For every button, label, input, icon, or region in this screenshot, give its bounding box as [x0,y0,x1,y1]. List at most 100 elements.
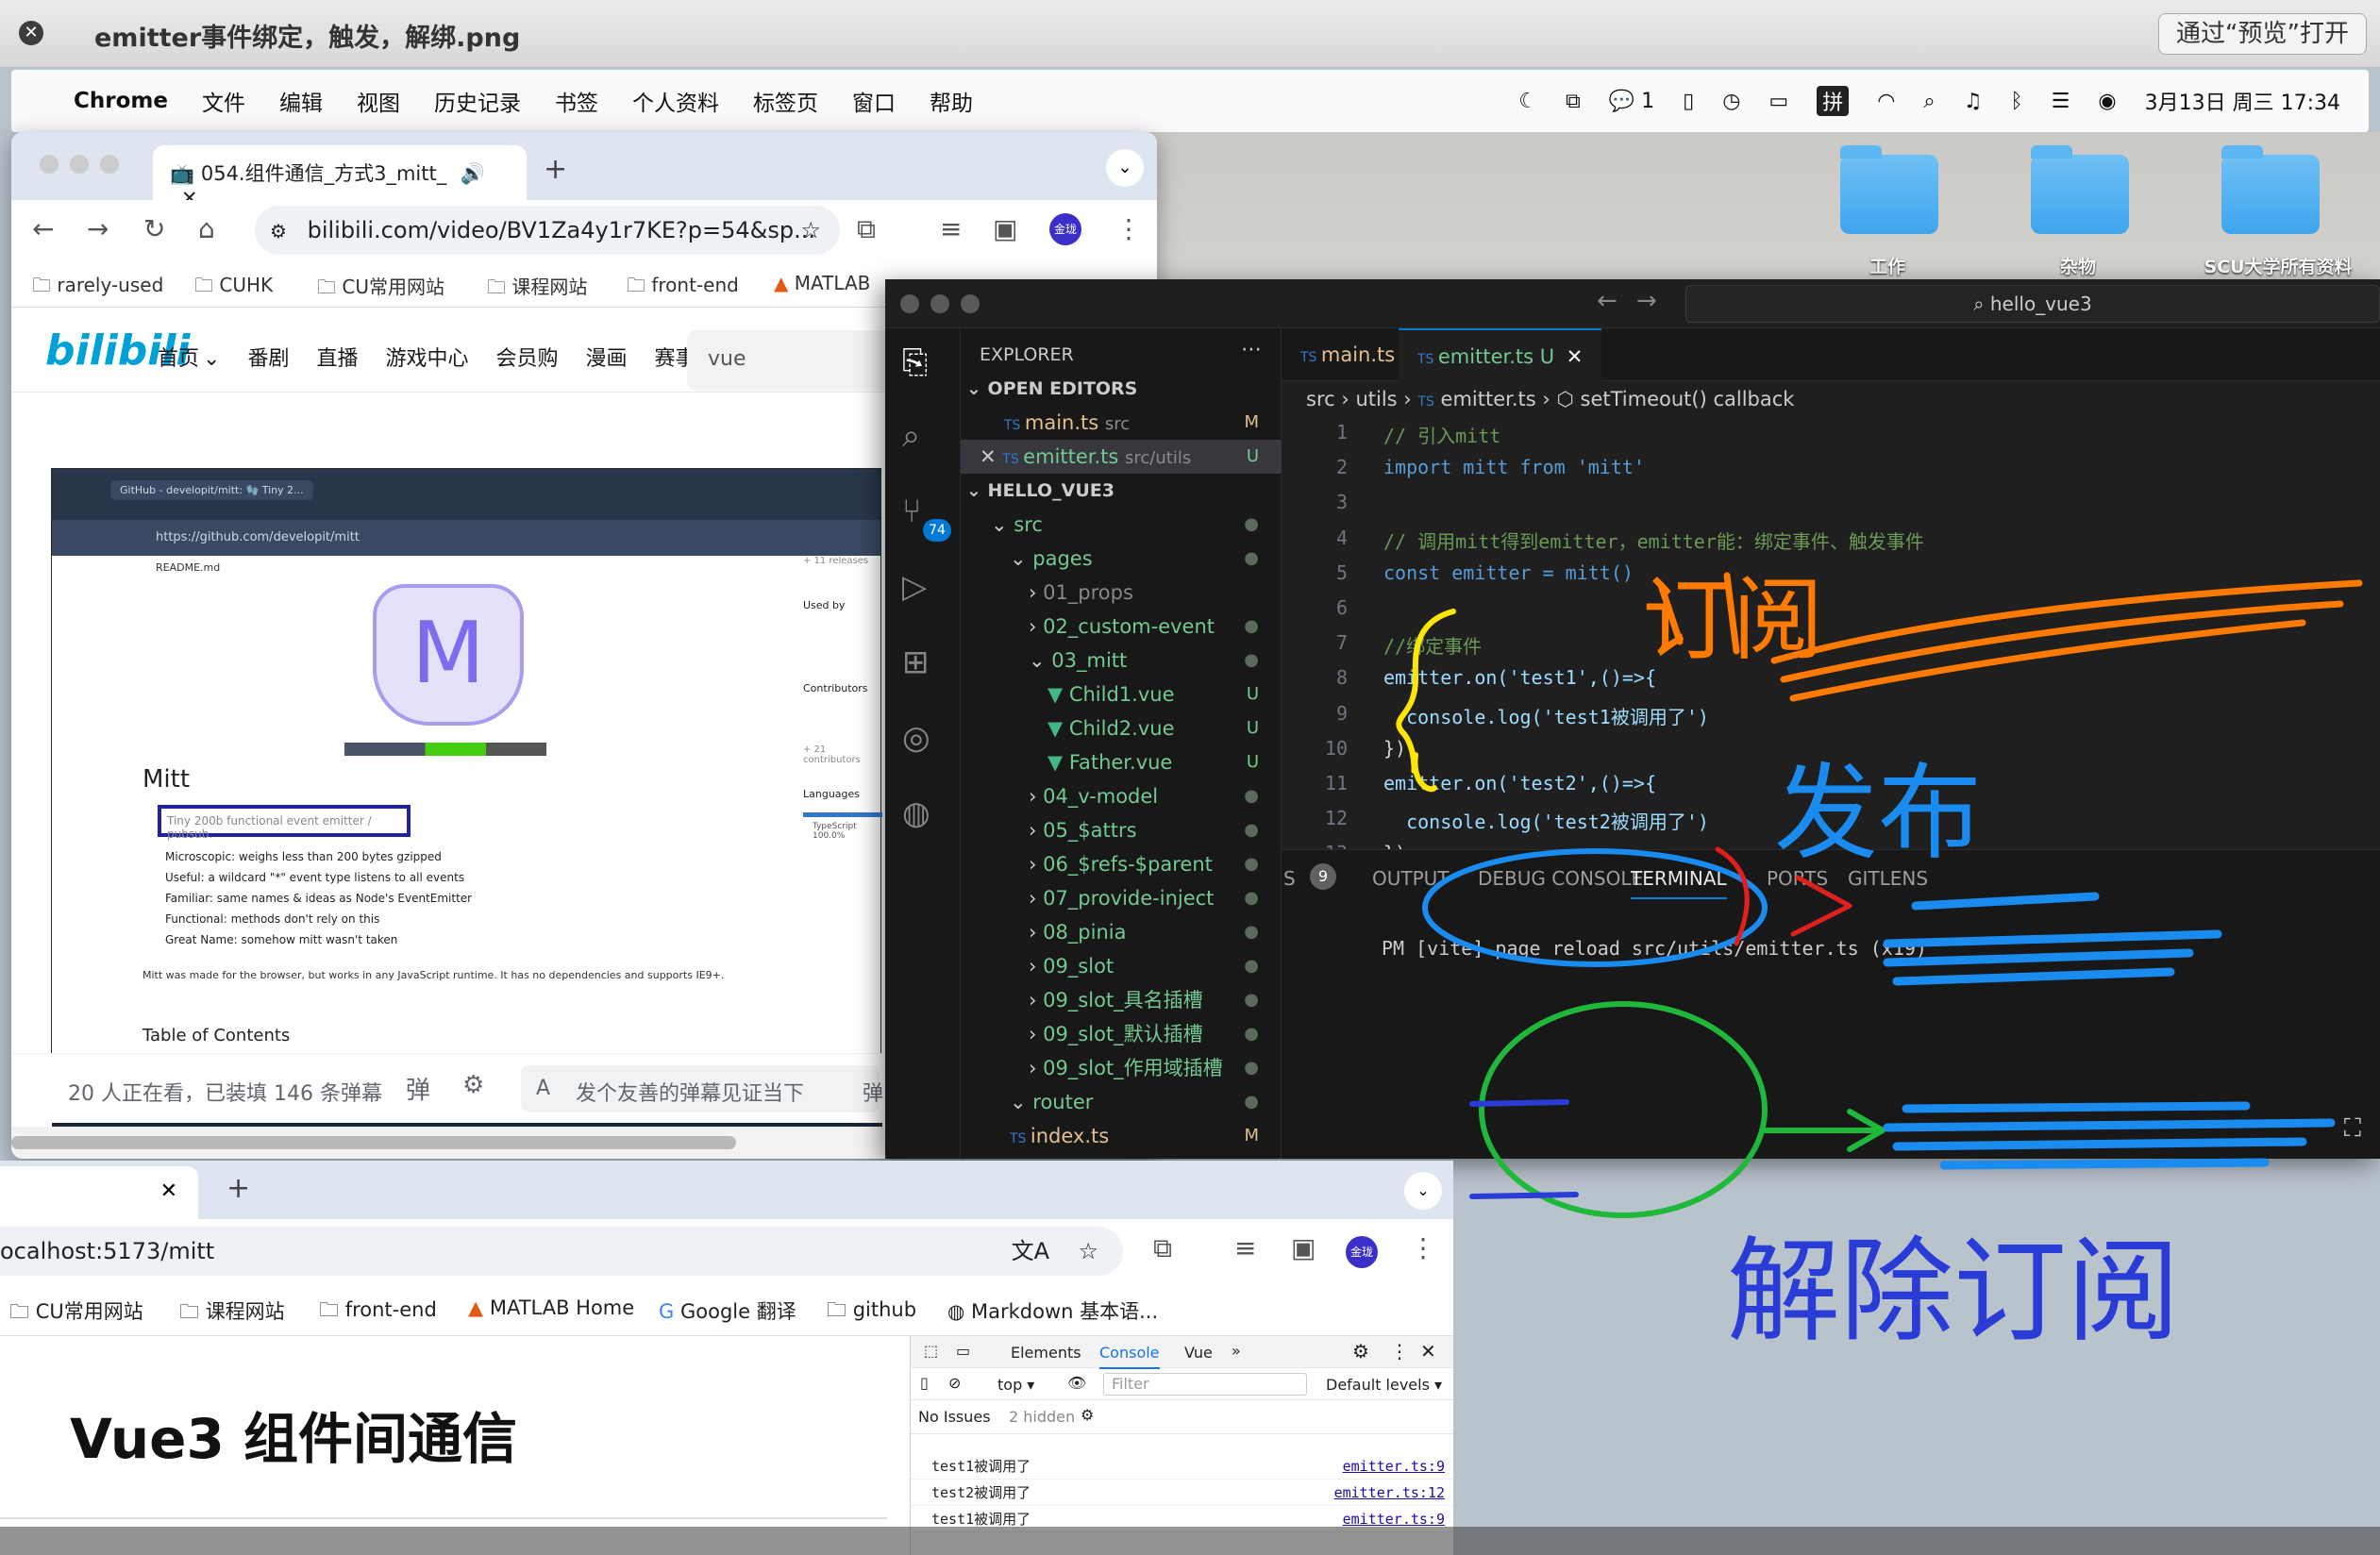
home-icon[interactable]: ⌂ [198,213,215,244]
menu-item[interactable]: 视图 [357,85,400,117]
breadcrumb-item[interactable]: src [1306,388,1335,410]
code-line[interactable]: import mitt from 'mitt' [1383,456,1645,478]
code-line[interactable]: // 引入mitt [1383,421,1500,448]
device-toolbar-icon[interactable]: ▭ [956,1342,970,1360]
traffic-light-zoom[interactable] [961,294,980,313]
battery-icon[interactable]: ▭ [1768,90,1788,113]
chevron-down-icon[interactable]: ⌄ [1106,149,1144,187]
bookmark-link[interactable]: G Google 翻译 [659,1296,796,1325]
new-tab-icon[interactable]: + [226,1172,250,1205]
menu-item[interactable]: 标签页 [753,85,818,117]
code-line[interactable]: console.log('test2被调用了') [1383,807,1709,834]
gear-icon[interactable]: ⚙ [1352,1340,1369,1363]
close-icon[interactable]: ✕ [1567,345,1584,368]
close-tab-icon[interactable]: ✕ [160,1179,177,1203]
clock-icon[interactable]: ◷ [1722,90,1740,113]
bookmark-star-icon[interactable]: ☆ [800,206,821,255]
new-tab-icon[interactable]: + [544,153,567,186]
bookmark-star-icon[interactable]: ☆ [1078,1227,1098,1276]
code-line[interactable]: emitter.on('test1',()=>{ [1383,666,1656,689]
menu-app-name[interactable]: Chrome [74,89,168,113]
extensions-icon[interactable]: ⧉ [1153,1232,1172,1264]
traffic-light-minimize[interactable] [70,155,89,174]
tab-localhost[interactable]: ✕ [0,1166,198,1219]
tree-item[interactable]: › 01_props [961,576,1282,610]
log-levels-select[interactable]: Default levels ▾ [1326,1376,1442,1394]
video-player[interactable]: GitHub - developit/mitt: 🧤 Tiny 2... htt… [51,468,882,1140]
menu-item[interactable]: 文件 [202,85,245,117]
tab-vue[interactable]: Vue [1184,1344,1213,1362]
tree-item[interactable]: ▼ Child1.vue U [961,677,1282,711]
traffic-light-zoom[interactable] [100,155,119,174]
forward-icon[interactable]: → [1636,287,1657,315]
eye-icon[interactable]: 👁 [1067,1374,1086,1392]
menu-item[interactable]: 帮助 [930,85,973,117]
open-editors-header[interactable]: ⌄ OPEN EDITORS [961,372,1282,406]
bookmark-folder[interactable]: 🗀 CU常用网站 [317,272,444,306]
source-control-icon[interactable]: ⑂ [902,493,921,530]
filter-input[interactable]: Filter [1103,1373,1307,1396]
git-graph-icon[interactable]: ◎ [902,719,930,757]
tab-elements[interactable]: Elements [1011,1344,1081,1362]
more-tabs-icon[interactable]: » [1232,1342,1241,1360]
open-editor-item-active[interactable]: ✕ TS emitter.ts src/utils U [961,440,1282,474]
breadcrumb-item[interactable]: emitter.ts [1441,388,1536,410]
tree-item[interactable]: ⌄ src ● [961,508,1282,542]
project-header[interactable]: ⌄ HELLO_VUE3 [961,474,1282,508]
bookmark-folder[interactable]: 🗀 CU常用网站 [9,1296,143,1331]
panel-tab-gitlens[interactable]: GITLENS [1848,867,1928,890]
reload-icon[interactable]: ↻ [143,213,165,244]
bookmark-folder[interactable]: 🗀 rarely-used [32,272,163,304]
siri-icon[interactable]: ◉ [2098,90,2116,113]
code-line[interactable]: emitter.on('test2',()=>{ [1383,772,1656,794]
tree-item[interactable]: › 09_slot_默认插槽 ● [961,1017,1282,1051]
panel-tab-output[interactable]: OUTPUT [1372,867,1450,890]
danmu-input[interactable]: A 发个友善的弹幕见证当下 [521,1065,880,1112]
panel-tab-problems[interactable]: S [1283,867,1296,890]
wechat-icon[interactable]: 💬 1 [1609,90,1654,113]
tree-item[interactable]: › 07_provide-inject ● [961,881,1282,915]
nav-item[interactable]: 直播 [316,347,358,371]
gitlens-icon[interactable]: ◍ [902,794,930,832]
breadcrumb-item[interactable]: setTimeout() callback [1581,388,1795,410]
code-line[interactable]: // 调用mitt得到emitter，emitter能：绑定事件、触发事件 [1383,527,1924,554]
menu-item[interactable]: 书签 [555,85,598,117]
nav-item[interactable]: 游戏中心 [385,347,468,371]
bookmark-folder[interactable]: 🗀 github [827,1296,916,1329]
tree-item[interactable]: › 04_v-model ● [961,779,1282,813]
side-panel-icon[interactable]: ▣ [993,213,1017,244]
search-icon[interactable]: ⌕ [902,417,920,455]
danmu-font-icon[interactable]: A [536,1077,550,1100]
tree-item[interactable]: › 02_custom-event ● [961,610,1282,644]
kebab-menu-icon[interactable]: ⋮ [1115,213,1142,244]
menu-item[interactable]: 编辑 [279,85,323,117]
bookmark-folder[interactable]: 🗀 课程网站 [179,1296,285,1331]
danmu-toggle-icon[interactable]: 弹 [406,1071,430,1106]
tab-bilibili[interactable]: 📺 054.组件通信_方式3_mitt_ 🔊 ✕ [153,145,527,209]
terminal-output[interactable]: PM [vite] page reload src/utils/emitter.… [1382,937,1927,960]
context-select[interactable]: top ▾ [997,1376,1034,1394]
input-method-icon[interactable]: 拼 [1817,86,1850,116]
avatar[interactable]: 金珑 [1346,1236,1378,1268]
more-actions-icon[interactable]: ⋯ [1241,338,1262,361]
run-debug-icon[interactable]: ▷ [902,568,927,606]
speaker-icon[interactable]: 🔊 [461,162,485,185]
danmu-send-button[interactable]: 弹 [863,1077,883,1107]
control-center-icon[interactable]: ☰ [2052,90,2070,113]
address-bar[interactable]: ocalhost:5173/mitt 文A ☆ [0,1227,1123,1276]
avatar[interactable]: 金珑 [1049,213,1081,245]
nav-item[interactable]: 会员购 [496,347,559,371]
panel-tab-terminal[interactable]: TERMINAL [1631,867,1727,899]
traffic-light-close[interactable] [40,155,59,174]
forward-icon[interactable]: → [87,213,109,244]
danmu-settings-icon[interactable]: ⚙ [462,1071,484,1099]
menu-item[interactable]: 历史记录 [434,85,521,117]
tab-emitter-ts[interactable]: TS emitter.ts U ✕ [1399,328,1602,381]
bluetooth-icon[interactable]: ᛒ [2010,90,2022,113]
tree-item[interactable]: › 09_slot ● [961,949,1282,983]
moon-icon[interactable]: ☾ [1518,90,1537,113]
close-icon[interactable]: ✕ [980,445,1002,468]
side-panel-icon[interactable]: ▣ [1291,1232,1316,1263]
code-line[interactable]: }) [1383,737,1406,760]
sidebar-icon[interactable]: ▯ [1683,90,1694,113]
